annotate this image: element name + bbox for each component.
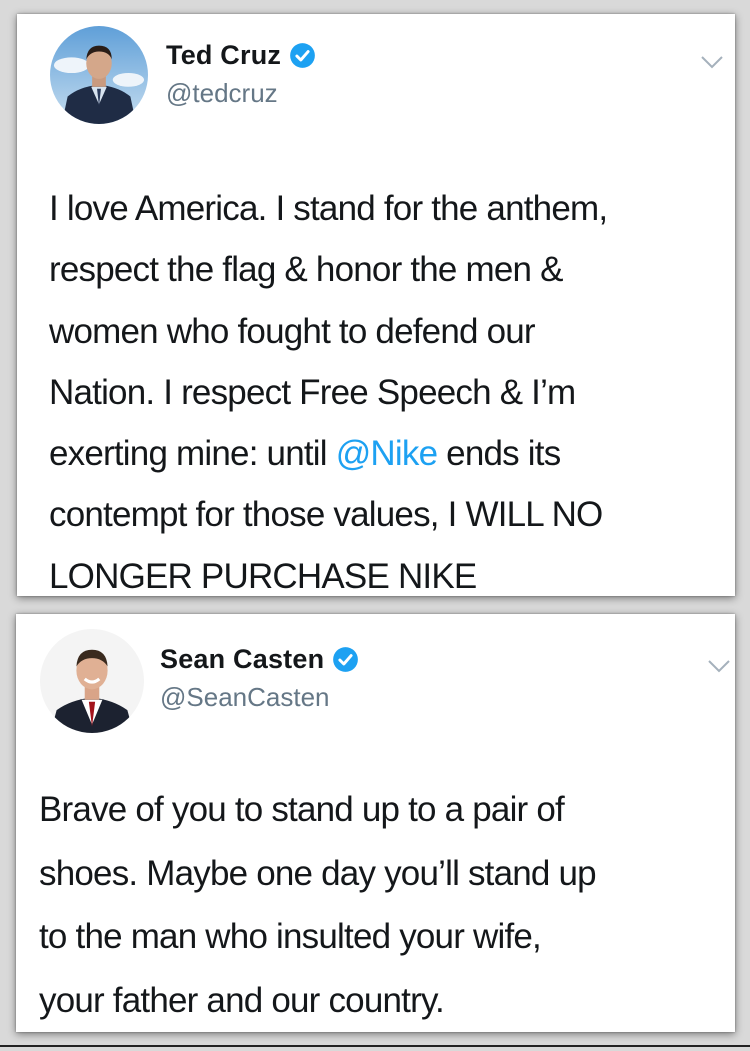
tweet-text: I love America. I stand for the anthem, … bbox=[49, 178, 608, 607]
verified-badge-icon bbox=[289, 42, 316, 69]
avatar-photo-ted-cruz bbox=[50, 26, 148, 124]
user-handle[interactable]: @SeanCasten bbox=[160, 682, 330, 713]
author-row: Ted Cruz bbox=[166, 40, 316, 71]
tweet-text-line: LONGER PURCHASE NIKE bbox=[49, 556, 477, 596]
bottom-divider bbox=[0, 1045, 750, 1047]
chevron-down-icon[interactable] bbox=[701, 55, 723, 69]
tweet-card-ted-cruz: Ted Cruz @tedcruz I love America. I stan… bbox=[17, 14, 735, 596]
tweet-text-line: Brave of you to stand up to a pair of bbox=[39, 790, 565, 829]
mention-link[interactable]: @Nike bbox=[336, 434, 438, 473]
tweet-text-line: contempt for those values, I WILL NO bbox=[49, 495, 603, 535]
tweet-text: Brave of you to stand up to a pair of sh… bbox=[39, 778, 597, 1032]
tweet-card-sean-casten: Sean Casten @SeanCasten Brave of you to … bbox=[16, 614, 735, 1032]
avatar[interactable] bbox=[40, 629, 144, 733]
tweet-text-line: to the man who insulted your wife, bbox=[39, 917, 542, 956]
tweet-text-line: your father and our country. bbox=[39, 980, 445, 1020]
display-name[interactable]: Ted Cruz bbox=[166, 40, 281, 71]
tweet-text-line: Nation. I respect Free Speech & I’m bbox=[49, 372, 576, 412]
author-row: Sean Casten bbox=[160, 644, 359, 675]
avatar[interactable] bbox=[50, 26, 148, 124]
tweet-text-line: women who fought to defend our bbox=[49, 311, 536, 351]
text-segment: exerting mine: until bbox=[49, 434, 336, 474]
user-handle[interactable]: @tedcruz bbox=[166, 78, 278, 109]
tweet-text-line: exerting mine: until @Nike ends its bbox=[49, 423, 607, 484]
avatar-photo-sean-casten bbox=[40, 629, 144, 733]
display-name[interactable]: Sean Casten bbox=[160, 644, 324, 675]
verified-badge-icon bbox=[332, 646, 359, 673]
text-segment: ends its bbox=[437, 434, 561, 474]
tweet-text-line: respect the flag & honor the men & bbox=[49, 250, 563, 290]
tweet-text-line: shoes. Maybe one day you’ll stand up bbox=[39, 853, 597, 893]
chevron-down-icon[interactable] bbox=[708, 659, 730, 673]
tweet-text-line: I love America. I stand for the anthem, bbox=[49, 189, 608, 228]
